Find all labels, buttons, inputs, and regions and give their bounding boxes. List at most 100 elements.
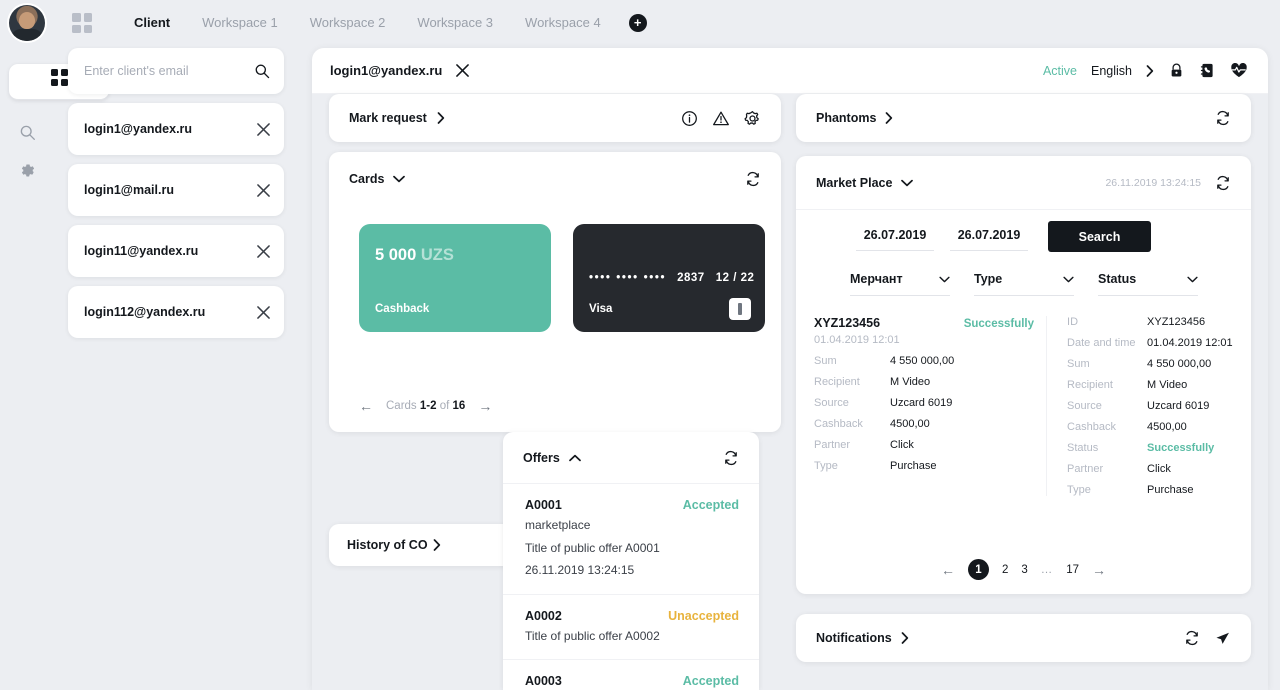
field-key: Partner — [814, 439, 851, 451]
list-item[interactable]: A0002 Unaccepted Title of public offer A… — [503, 595, 759, 661]
field-value: Uzcard 6019 — [1147, 400, 1210, 412]
chevron-right-icon[interactable] — [885, 112, 893, 124]
summary-field: Type Purchase — [814, 460, 1034, 472]
page-button-3[interactable]: 3 — [1021, 564, 1027, 576]
chevron-right-icon[interactable] — [1146, 64, 1154, 77]
chevron-right-icon[interactable] — [901, 632, 909, 644]
cards-pager-of: of — [439, 400, 450, 412]
chevron-right-icon[interactable] — [437, 112, 445, 124]
field-key: Date and time — [1067, 337, 1136, 349]
field-value: Purchase — [890, 460, 937, 472]
refresh-icon[interactable] — [723, 450, 739, 466]
cards-pager-range: 1-2 — [419, 400, 437, 412]
heart-pulse-icon[interactable] — [1230, 62, 1248, 79]
list-item[interactable]: login1@yandex.ru — [68, 103, 284, 155]
offers-panel: Offers A0001 Accepted marketplace Title … — [503, 432, 759, 690]
close-icon[interactable] — [257, 244, 270, 258]
offer-line: marketplace — [525, 518, 591, 532]
refresh-icon[interactable] — [745, 171, 761, 187]
status-select[interactable]: Status — [1098, 272, 1198, 296]
refresh-icon[interactable] — [1184, 630, 1200, 646]
chevron-down-icon[interactable] — [901, 179, 914, 187]
field-value: M Video — [1147, 379, 1188, 391]
summary-field: Partner Click — [814, 439, 1034, 451]
market-filter-row-dates: Search — [856, 221, 1229, 252]
type-select-label: Type — [974, 272, 1003, 286]
offer-header: A0001 Accepted — [525, 498, 739, 512]
transaction-summary[interactable]: XYZ123456 Successfully 01.04.2019 12:01 … — [814, 316, 1046, 496]
status-badge[interactable]: Active — [1043, 64, 1077, 78]
card-brand: Visa — [589, 303, 613, 315]
search-button[interactable]: Search — [1048, 221, 1151, 252]
rail-item-settings[interactable] — [9, 152, 45, 188]
prev-page-button[interactable]: ← — [359, 398, 373, 414]
phonebook-icon[interactable] — [1199, 62, 1216, 79]
close-icon[interactable] — [257, 305, 270, 319]
mark-request-title: Mark request — [349, 111, 427, 125]
grid-icon[interactable] — [72, 13, 92, 33]
bank-card-cashback[interactable]: 5 000 UZS Cashback — [359, 224, 551, 332]
card-list: 5 000 UZS Cashback •••• •••• •••• 2837 1… — [359, 224, 765, 332]
chevron-down-icon[interactable] — [393, 175, 406, 183]
phantoms-panel: Phantoms — [796, 94, 1251, 142]
tab-workspace-1[interactable]: Workspace 1 — [186, 0, 294, 46]
field-value: 01.04.2019 12:01 — [1147, 337, 1233, 349]
rail-item-search[interactable] — [9, 114, 45, 150]
refresh-icon[interactable] — [1215, 175, 1231, 191]
info-icon[interactable] — [681, 110, 698, 127]
add-workspace-button[interactable]: + — [628, 14, 647, 32]
list-item[interactable]: login11@yandex.ru — [68, 225, 284, 277]
close-icon[interactable] — [456, 64, 470, 77]
close-icon[interactable] — [257, 183, 270, 197]
list-item[interactable]: A0001 Accepted marketplace Title of publ… — [503, 484, 759, 595]
field-key: Sum — [814, 355, 837, 367]
date-from-input[interactable] — [856, 228, 934, 251]
card-masked-digits: •••• •••• •••• — [589, 272, 667, 284]
refresh-icon[interactable] — [1215, 110, 1231, 126]
prev-page-button[interactable]: ← — [941, 562, 955, 578]
page-button-1[interactable]: 1 — [967, 559, 989, 580]
language-selector[interactable]: English — [1091, 64, 1132, 78]
page-button-2[interactable]: 2 — [1002, 564, 1008, 576]
merchant-select[interactable]: Мерчант — [850, 272, 950, 296]
tab-workspace-2[interactable]: Workspace 2 — [294, 0, 402, 46]
tab-workspace-4[interactable]: Workspace 4 — [509, 0, 617, 46]
list-item[interactable]: login112@yandex.ru — [68, 286, 284, 338]
gear-icon — [21, 164, 34, 176]
market-filters: Search Мерчант Type — [796, 210, 1251, 296]
list-item[interactable]: login1@mail.ru — [68, 164, 284, 216]
tab-workspace-3[interactable]: Workspace 3 — [401, 0, 509, 46]
field-key: Type — [1067, 484, 1091, 496]
client-search[interactable] — [68, 48, 284, 94]
chevron-down-icon — [1063, 276, 1074, 282]
next-page-button[interactable]: → — [478, 398, 492, 414]
field-value: Purchase — [1147, 484, 1194, 496]
status-badge: Accepted — [682, 498, 739, 512]
page-button-17[interactable]: 17 — [1066, 564, 1079, 576]
field-key: Sum — [1067, 358, 1090, 370]
notifications-panel: Notifications — [796, 614, 1251, 662]
date-to-input[interactable] — [950, 228, 1028, 251]
tab-client[interactable]: Client — [118, 0, 186, 46]
transaction-id: XYZ123456 — [814, 316, 881, 330]
chevron-right-icon[interactable] — [433, 539, 441, 551]
offer-line: Title of public offer A0002 — [525, 628, 660, 643]
lock-icon[interactable] — [1168, 62, 1185, 79]
close-icon[interactable] — [257, 122, 270, 136]
gear-icon[interactable] — [744, 110, 761, 127]
summary-field: Source Uzcard 6019 — [814, 397, 1034, 409]
card-balance-amount: 5 000 — [375, 246, 417, 264]
field-value: Uzcard 6019 — [890, 397, 953, 409]
detail-field: Partner Click — [1067, 463, 1233, 475]
chevron-up-icon[interactable] — [568, 454, 581, 462]
send-icon[interactable] — [1214, 630, 1231, 647]
search-input[interactable] — [84, 64, 254, 78]
bank-card-visa[interactable]: •••• •••• •••• 2837 12 / 22 Visa — [573, 224, 765, 332]
list-item[interactable]: A0003 Accepted Title of public offer A00… — [503, 660, 759, 690]
warning-icon[interactable] — [712, 110, 730, 127]
avatar[interactable] — [9, 5, 45, 41]
next-page-button[interactable]: → — [1092, 562, 1106, 578]
card-chip-icon — [729, 298, 751, 320]
search-icon[interactable] — [254, 63, 270, 79]
type-select[interactable]: Type — [974, 272, 1074, 296]
